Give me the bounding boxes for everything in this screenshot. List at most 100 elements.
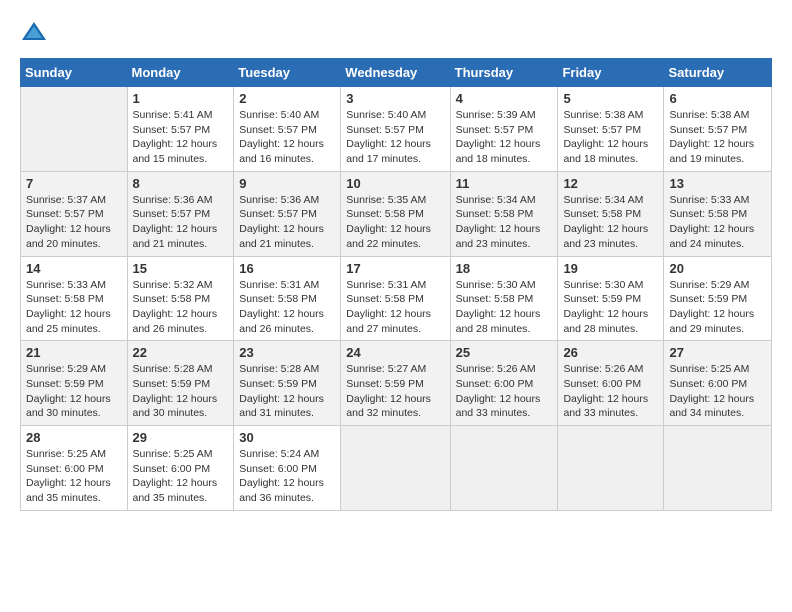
day-cell: 24 Sunrise: 5:27 AMSunset: 5:59 PMDayligh… xyxy=(341,341,450,426)
day-info: Sunrise: 5:31 AMSunset: 5:58 PMDaylight:… xyxy=(346,278,444,337)
header-cell-monday: Monday xyxy=(127,59,234,87)
day-info: Sunrise: 5:40 AMSunset: 5:57 PMDaylight:… xyxy=(239,108,335,167)
day-info: Sunrise: 5:39 AMSunset: 5:57 PMDaylight:… xyxy=(456,108,553,167)
day-number: 2 xyxy=(239,91,335,106)
day-cell: 5Sunrise: 5:38 AMSunset: 5:57 PMDaylight… xyxy=(558,87,664,172)
day-number: 13 xyxy=(669,176,766,191)
day-info: Sunrise: 5:33 AMSunset: 5:58 PMDaylight:… xyxy=(26,278,122,337)
day-number: 4 xyxy=(456,91,553,106)
day-number: 27 xyxy=(669,345,766,360)
day-cell xyxy=(341,426,450,511)
day-number: 9 xyxy=(239,176,335,191)
day-cell: 6 Sunrise: 5:38 AMSunset: 5:57 PMDaylight… xyxy=(664,87,772,172)
day-cell xyxy=(450,426,558,511)
day-cell: 4 Sunrise: 5:39 AMSunset: 5:57 PMDaylight… xyxy=(450,87,558,172)
week-row-5: 28 Sunrise: 5:25 AMSunset: 6:00 PMDayligh… xyxy=(21,426,772,511)
day-number: 25 xyxy=(456,345,553,360)
week-row-4: 21 Sunrise: 5:29 AMSunset: 5:59 PMDayligh… xyxy=(21,341,772,426)
day-number: 30 xyxy=(239,430,335,445)
day-number: 11 xyxy=(456,176,553,191)
day-cell: 9Sunrise: 5:36 AMSunset: 5:57 PMDaylight… xyxy=(234,171,341,256)
header-cell-thursday: Thursday xyxy=(450,59,558,87)
day-number: 20 xyxy=(669,261,766,276)
day-number: 5 xyxy=(563,91,658,106)
day-cell: 8 Sunrise: 5:36 AMSunset: 5:57 PMDaylight… xyxy=(127,171,234,256)
day-info: Sunrise: 5:27 AMSunset: 5:59 PMDaylight:… xyxy=(346,362,444,421)
day-cell: 14Sunrise: 5:33 AMSunset: 5:58 PMDayligh… xyxy=(21,256,128,341)
day-info: Sunrise: 5:30 AMSunset: 5:58 PMDaylight:… xyxy=(456,278,553,337)
logo-icon xyxy=(20,18,48,46)
week-row-2: 7Sunrise: 5:37 AMSunset: 5:57 PMDaylight… xyxy=(21,171,772,256)
day-number: 18 xyxy=(456,261,553,276)
day-info: Sunrise: 5:32 AMSunset: 5:58 PMDaylight:… xyxy=(133,278,229,337)
day-number: 8 xyxy=(133,176,229,191)
day-cell: 16 Sunrise: 5:31 AMSunset: 5:58 PMDayligh… xyxy=(234,256,341,341)
day-number: 26 xyxy=(563,345,658,360)
day-info: Sunrise: 5:28 AMSunset: 5:59 PMDaylight:… xyxy=(133,362,229,421)
day-cell: 18 Sunrise: 5:30 AMSunset: 5:58 PMDayligh… xyxy=(450,256,558,341)
day-info: Sunrise: 5:38 AMSunset: 5:57 PMDaylight:… xyxy=(669,108,766,167)
week-row-1: 1 Sunrise: 5:41 AMSunset: 5:57 PMDaylight… xyxy=(21,87,772,172)
day-number: 29 xyxy=(133,430,229,445)
day-number: 7 xyxy=(26,176,122,191)
day-info: Sunrise: 5:29 AMSunset: 5:59 PMDaylight:… xyxy=(26,362,122,421)
day-cell: 1 Sunrise: 5:41 AMSunset: 5:57 PMDaylight… xyxy=(127,87,234,172)
day-number: 3 xyxy=(346,91,444,106)
day-info: Sunrise: 5:25 AMSunset: 6:00 PMDaylight:… xyxy=(669,362,766,421)
day-cell: 29 Sunrise: 5:25 AMSunset: 6:00 PMDayligh… xyxy=(127,426,234,511)
day-number: 1 xyxy=(133,91,229,106)
day-cell: 12 Sunrise: 5:34 AMSunset: 5:58 PMDayligh… xyxy=(558,171,664,256)
day-number: 16 xyxy=(239,261,335,276)
day-number: 28 xyxy=(26,430,122,445)
day-info: Sunrise: 5:31 AMSunset: 5:58 PMDaylight:… xyxy=(239,278,335,337)
header-row: SundayMondayTuesdayWednesdayThursdayFrid… xyxy=(21,59,772,87)
day-number: 6 xyxy=(669,91,766,106)
day-cell: 2 Sunrise: 5:40 AMSunset: 5:57 PMDaylight… xyxy=(234,87,341,172)
header-cell-friday: Friday xyxy=(558,59,664,87)
day-number: 24 xyxy=(346,345,444,360)
day-cell: 22 Sunrise: 5:28 AMSunset: 5:59 PMDayligh… xyxy=(127,341,234,426)
day-info: Sunrise: 5:35 AMSunset: 5:58 PMDaylight:… xyxy=(346,193,444,252)
day-number: 19 xyxy=(563,261,658,276)
day-cell: 25 Sunrise: 5:26 AMSunset: 6:00 PMDayligh… xyxy=(450,341,558,426)
day-cell xyxy=(558,426,664,511)
day-cell: 15 Sunrise: 5:32 AMSunset: 5:58 PMDayligh… xyxy=(127,256,234,341)
day-number: 21 xyxy=(26,345,122,360)
day-number: 10 xyxy=(346,176,444,191)
day-info: Sunrise: 5:41 AMSunset: 5:57 PMDaylight:… xyxy=(133,108,229,167)
day-number: 12 xyxy=(563,176,658,191)
header-cell-tuesday: Tuesday xyxy=(234,59,341,87)
day-info: Sunrise: 5:34 AMSunset: 5:58 PMDaylight:… xyxy=(456,193,553,252)
header-cell-saturday: Saturday xyxy=(664,59,772,87)
day-cell: 28 Sunrise: 5:25 AMSunset: 6:00 PMDayligh… xyxy=(21,426,128,511)
page: SundayMondayTuesdayWednesdayThursdayFrid… xyxy=(0,0,792,523)
day-info: Sunrise: 5:36 AMSunset: 5:57 PMDaylight:… xyxy=(133,193,229,252)
day-cell: 27 Sunrise: 5:25 AMSunset: 6:00 PMDayligh… xyxy=(664,341,772,426)
day-info: Sunrise: 5:25 AMSunset: 6:00 PMDaylight:… xyxy=(133,447,229,506)
day-cell: 17 Sunrise: 5:31 AMSunset: 5:58 PMDayligh… xyxy=(341,256,450,341)
day-cell: 7Sunrise: 5:37 AMSunset: 5:57 PMDaylight… xyxy=(21,171,128,256)
day-cell xyxy=(664,426,772,511)
day-cell: 20Sunrise: 5:29 AMSunset: 5:59 PMDayligh… xyxy=(664,256,772,341)
calendar-table: SundayMondayTuesdayWednesdayThursdayFrid… xyxy=(20,58,772,511)
day-number: 22 xyxy=(133,345,229,360)
day-cell: 19Sunrise: 5:30 AMSunset: 5:59 PMDayligh… xyxy=(558,256,664,341)
day-cell xyxy=(21,87,128,172)
day-cell: 3 Sunrise: 5:40 AMSunset: 5:57 PMDaylight… xyxy=(341,87,450,172)
day-info: Sunrise: 5:28 AMSunset: 5:59 PMDaylight:… xyxy=(239,362,335,421)
day-number: 15 xyxy=(133,261,229,276)
day-number: 23 xyxy=(239,345,335,360)
day-cell: 26 Sunrise: 5:26 AMSunset: 6:00 PMDayligh… xyxy=(558,341,664,426)
header xyxy=(20,18,772,46)
logo xyxy=(20,18,52,46)
day-info: Sunrise: 5:26 AMSunset: 6:00 PMDaylight:… xyxy=(456,362,553,421)
day-info: Sunrise: 5:26 AMSunset: 6:00 PMDaylight:… xyxy=(563,362,658,421)
header-cell-wednesday: Wednesday xyxy=(341,59,450,87)
day-info: Sunrise: 5:34 AMSunset: 5:58 PMDaylight:… xyxy=(563,193,658,252)
day-info: Sunrise: 5:25 AMSunset: 6:00 PMDaylight:… xyxy=(26,447,122,506)
day-info: Sunrise: 5:40 AMSunset: 5:57 PMDaylight:… xyxy=(346,108,444,167)
week-row-3: 14Sunrise: 5:33 AMSunset: 5:58 PMDayligh… xyxy=(21,256,772,341)
day-number: 17 xyxy=(346,261,444,276)
day-cell: 11 Sunrise: 5:34 AMSunset: 5:58 PMDayligh… xyxy=(450,171,558,256)
day-cell: 23 Sunrise: 5:28 AMSunset: 5:59 PMDayligh… xyxy=(234,341,341,426)
